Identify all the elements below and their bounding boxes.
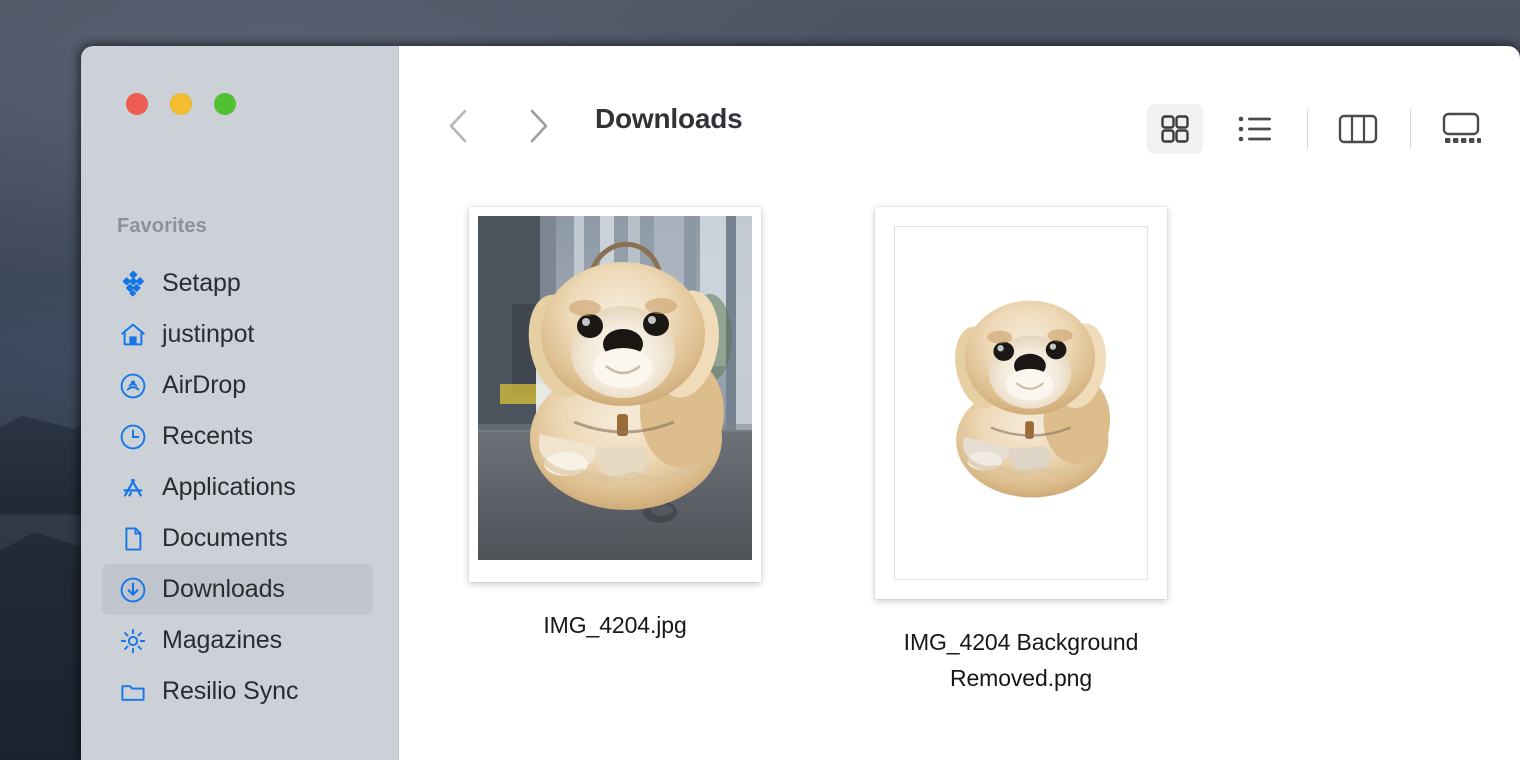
finder-content-pane: Downloads IMG_4204.jpg IMG_4204 Backgrou… [399,46,1520,760]
file-icon-grid: IMG_4204.jpg IMG_4204 Background Removed… [399,162,1520,760]
home-icon [121,323,145,345]
desktop-wallpaper: Favorites Setapp justinpot AirDrop Recen… [0,0,1520,760]
download-icon [120,577,146,602]
sidebar-item-label: Magazines [162,626,282,654]
chevron-right-icon [530,109,548,143]
forward-button[interactable] [521,104,555,148]
view-switcher [1147,104,1489,154]
view-switcher-divider-1 [1307,109,1308,149]
folder-icon [121,684,145,701]
finder-sidebar: Favorites Setapp justinpot AirDrop Recen… [81,46,399,760]
sidebar-item-label: Resilio Sync [162,677,299,705]
columns-icon [1338,114,1378,144]
page-title: Downloads [595,103,743,134]
document-icon [125,526,142,551]
zoom-button[interactable] [214,93,236,115]
gear-icon [120,628,146,653]
chevron-left-icon [449,109,467,143]
list-icon [1238,116,1271,142]
sidebar-item-resilio-sync[interactable]: Resilio Sync [102,666,373,717]
setapp-icon [122,270,144,296]
sidebar-item-applications[interactable]: Applications [102,462,373,513]
photo-preview [894,226,1148,580]
file-name-label: IMG_4204.jpg [543,612,687,638]
gallery-icon [1442,112,1481,143]
close-button[interactable] [126,93,148,115]
view-as-gallery-button[interactable] [1433,104,1489,154]
sidebar-item-documents[interactable]: Documents [102,513,373,564]
sidebar-item-label: Applications [162,473,296,501]
sidebar-item-setapp[interactable]: Setapp [102,258,373,309]
file-thumbnail[interactable] [875,207,1167,599]
sidebar-item-airdrop[interactable]: AirDrop [102,360,373,411]
view-switcher-divider-2 [1410,109,1411,149]
sidebar-item-magazines[interactable]: Magazines [102,615,373,666]
sidebar-item-label: Setapp [162,269,241,297]
clock-icon [120,424,146,449]
airdrop-icon [120,373,146,398]
file-item[interactable]: IMG_4204.jpg [469,207,761,644]
view-as-columns-button[interactable] [1330,104,1386,154]
folder-icon [119,678,147,706]
sidebar-section-favorites: Favorites [117,215,207,237]
file-item[interactable]: IMG_4204 Background Removed.png [875,207,1167,696]
minimize-button[interactable] [170,93,192,115]
sidebar-item-justinpot[interactable]: justinpot [102,309,373,360]
gear-icon [119,627,147,655]
sidebar-item-list: Setapp justinpot AirDrop Recents Applica… [81,258,399,717]
download-icon [119,576,147,604]
setapp-icon [119,270,147,298]
sidebar-item-recents[interactable]: Recents [102,411,373,462]
photo-preview [478,216,752,560]
grid-icon [1161,115,1189,143]
sidebar-item-label: Downloads [162,575,285,603]
app-store-icon [119,474,147,502]
dog-cutout-transparent-image [895,234,1147,572]
clock-icon [119,423,147,451]
view-as-list-button[interactable] [1227,104,1283,154]
home-icon [119,321,147,349]
sidebar-item-label: justinpot [162,320,255,348]
sidebar-item-label: AirDrop [162,371,247,399]
airdrop-icon [119,372,147,400]
traffic-lights [126,93,236,115]
finder-toolbar: Downloads [399,46,1520,162]
dog-photo-with-background-image [478,216,752,560]
file-name-label: IMG_4204 Background Removed.png [903,629,1139,691]
sidebar-item-downloads[interactable]: Downloads [102,564,373,615]
view-as-icons-button[interactable] [1147,104,1203,154]
file-thumbnail[interactable] [469,207,761,582]
app-store-icon [123,478,143,497]
back-button[interactable] [441,104,475,148]
sidebar-item-label: Documents [162,524,288,552]
sidebar-item-label: Recents [162,422,254,450]
document-icon [119,525,147,553]
finder-window: Favorites Setapp justinpot AirDrop Recen… [81,46,1520,760]
